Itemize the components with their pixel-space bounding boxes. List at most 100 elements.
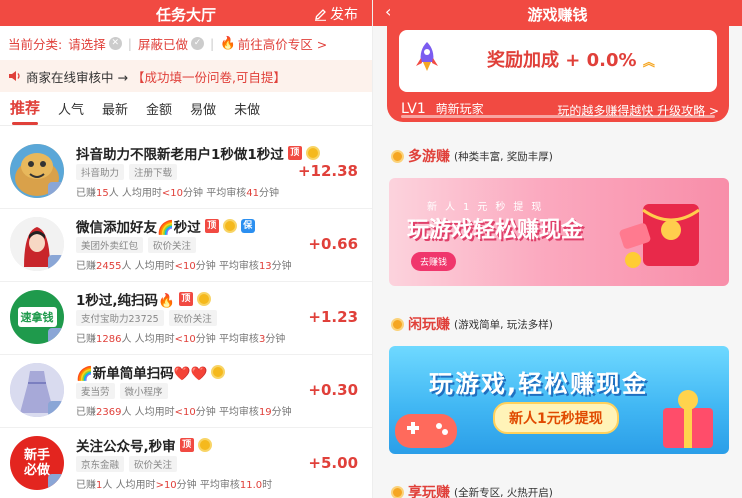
stat-label: 平均审核 [218,261,259,272]
stat-label: 平均审核 [218,407,259,418]
rocket-icon [416,42,438,71]
stat-value: >10 [155,480,177,491]
task-title: 抖音助力不限新老用户1秒做1秒过 [76,147,284,163]
task-price: +12.38 [297,162,358,180]
task-title-row: 抖音助力不限新老用户1秒做1秒过 顶 [76,143,320,163]
task-price: +0.66 [308,235,358,253]
edit-icon [315,8,326,21]
task-title-row: 1秒过,纯扫码🔥 顶 [76,289,211,309]
verified-icon [48,328,64,344]
verified-icon [48,474,64,490]
coin-icon [222,219,237,233]
task-title-row: 微信添加好友🌈秒过 顶 保 [76,216,255,236]
stat-label: 人均用时 [115,480,156,491]
tab-popular[interactable]: 人气 [58,99,84,125]
sort-tabs: 推荐 人气 最新 金额 易做 未做 [0,92,372,126]
notice-online-text: 商家在线审核中 → [26,69,128,85]
task-stats: 已赚2369人 人均用时<10分钟 平均审核19分钟 [76,403,292,418]
top-badge: 顶 [179,438,194,452]
tab-not-done[interactable]: 未做 [234,99,260,125]
stat-label: 人均用时 [134,261,175,272]
stat-unit: 人 [121,407,132,418]
stat-unit: 时 [262,480,273,491]
stat-unit: 分钟 [176,480,197,491]
xianwan-banner[interactable]: 玩游戏,轻松赚现金 新人1元秒提现 [389,346,729,454]
task-tag: 抖音助力 [76,164,125,180]
avatar-text: 新手必做 [23,448,50,478]
task-tags: 支付宝助力23725 砍价关注 [76,310,217,326]
tab-recommend[interactable]: 推荐 [10,97,40,125]
task-stats: 已赚1人 人均用时>10分钟 平均审核11.0时 [76,476,272,491]
stat-value: <10 [174,334,196,345]
high-price-link[interactable]: 🔥 前往高价专区 > [220,34,327,53]
stat-unit: 分钟 [183,188,204,199]
stat-unit: 人 [121,261,132,272]
speaker-icon [9,71,20,81]
publish-button[interactable]: 发布 [314,4,358,24]
section-header: 闲玩赚 (游戏简单, 玩法多样) [391,314,553,334]
task-stats: 已赚1286人 人均用时<10分钟 平均审核3分钟 [76,330,285,345]
bonus-rate: 奖励加成 + 0.0% ︽ [487,46,655,72]
guarantee-badge: 保 [240,219,255,233]
coin-icon [391,485,404,498]
task-avatar: 新手必做 [10,436,64,490]
stat-value: 19 [258,407,272,418]
stat-label: 已赚 [76,188,96,199]
section-desc: (种类丰富, 奖励丰厚) [454,150,553,163]
task-tag: 京东金融 [76,456,125,472]
task-price: +0.30 [308,381,358,399]
stat-value: 1286 [96,334,122,345]
section-desc: (全新专区, 火热开启) [454,486,553,498]
duoyou-banner[interactable]: 新人1元秒提现 玩游戏轻松赚现金 去赚钱 [389,178,729,286]
app-root: 任务大厅 发布 当前分类: 请选择 ✕ | 屏蔽已做 ✓ | 🔥 前往高价专区 … [0,0,742,498]
task-title: 🌈新单简单扫码❤️❤️ [76,366,208,382]
task-hall-panel: 任务大厅 发布 当前分类: 请选择 ✕ | 屏蔽已做 ✓ | 🔥 前往高价专区 … [0,0,372,498]
task-tag: 微小程序 [119,383,168,399]
task-row[interactable]: 速拿钱 1秒过,纯扫码🔥 顶 支付宝助力23725 砍价关注 已赚1286人 人… [0,282,372,355]
tab-newest[interactable]: 最新 [102,99,128,125]
stat-unit: 分钟 [271,261,292,272]
stat-value: <10 [161,188,184,199]
stat-unit: 人 [121,334,132,345]
check-icon: ✓ [190,36,204,50]
task-row[interactable]: 新手必做 关注公众号,秒审 顶 京东金融 砍价关注 已赚1人 人均用时>10分钟… [0,428,372,498]
category-label: 当前分类: [8,36,63,52]
go-earn-button[interactable]: 去赚钱 [411,252,457,271]
stat-label: 已赚 [76,407,96,418]
verified-icon [48,401,64,417]
hide-done-toggle[interactable]: 屏蔽已做 ✓ [138,34,204,53]
task-price: +1.23 [308,308,358,326]
coin-icon [196,292,211,306]
coin-icon [197,438,212,452]
notice-bar[interactable]: 商家在线审核中 → 【成功填一份问卷,可自提】 [0,60,372,92]
coin-icon [391,149,404,163]
section-title: 闲玩赚 [408,317,450,333]
bonus-card: 奖励加成 + 0.0% ︽ [399,30,717,92]
stat-label: 已赚 [76,480,96,491]
banner-title: 玩游戏轻松赚现金 [407,218,584,243]
task-hall-header: 任务大厅 发布 [0,0,372,26]
category-select[interactable]: 请选择 ✕ [68,34,122,53]
stat-label: 平均审核 [218,334,259,345]
task-row[interactable]: 🌈新单简单扫码❤️❤️ 麦当劳 微小程序 已赚2369人 人均用时<10分钟 平… [0,355,372,428]
stat-value: 41 [246,188,259,199]
task-tag: 砍价关注 [148,237,197,253]
game-earn-panel: ‹ 游戏赚钱 奖励加成 + 0.0% ︽ LV1 萌新玩家 玩的越多赚得越快 升… [372,0,742,498]
task-tag: 美团外卖红包 [76,237,144,253]
stat-value: 2369 [96,407,122,418]
task-row[interactable]: 微信添加好友🌈秒过 顶 保 美团外卖红包 砍价关注 已赚2455人 人均用时<1… [0,209,372,282]
gamepad-icon [395,414,457,448]
gift-box-icon [663,390,713,448]
task-avatar [10,144,64,198]
red-envelope-icon [619,204,700,268]
tab-amount[interactable]: 金额 [146,99,172,125]
level-card: 奖励加成 + 0.0% ︽ LV1 萌新玩家 玩的越多赚得越快 升级攻略 > [387,22,729,122]
task-row[interactable]: 抖音助力不限新老用户1秒做1秒过 顶 抖音助力 注册下载 已赚15人 人均用时<… [0,136,372,209]
divider: | [209,35,215,51]
task-tag: 注册下载 [129,164,178,180]
stat-unit: 分钟 [195,334,216,345]
tab-easy[interactable]: 易做 [190,99,216,125]
task-tag: 砍价关注 [168,310,217,326]
task-tags: 抖音助力 注册下载 [76,164,178,180]
section-header: 多游赚 (种类丰富, 奖励丰厚) [391,146,553,166]
